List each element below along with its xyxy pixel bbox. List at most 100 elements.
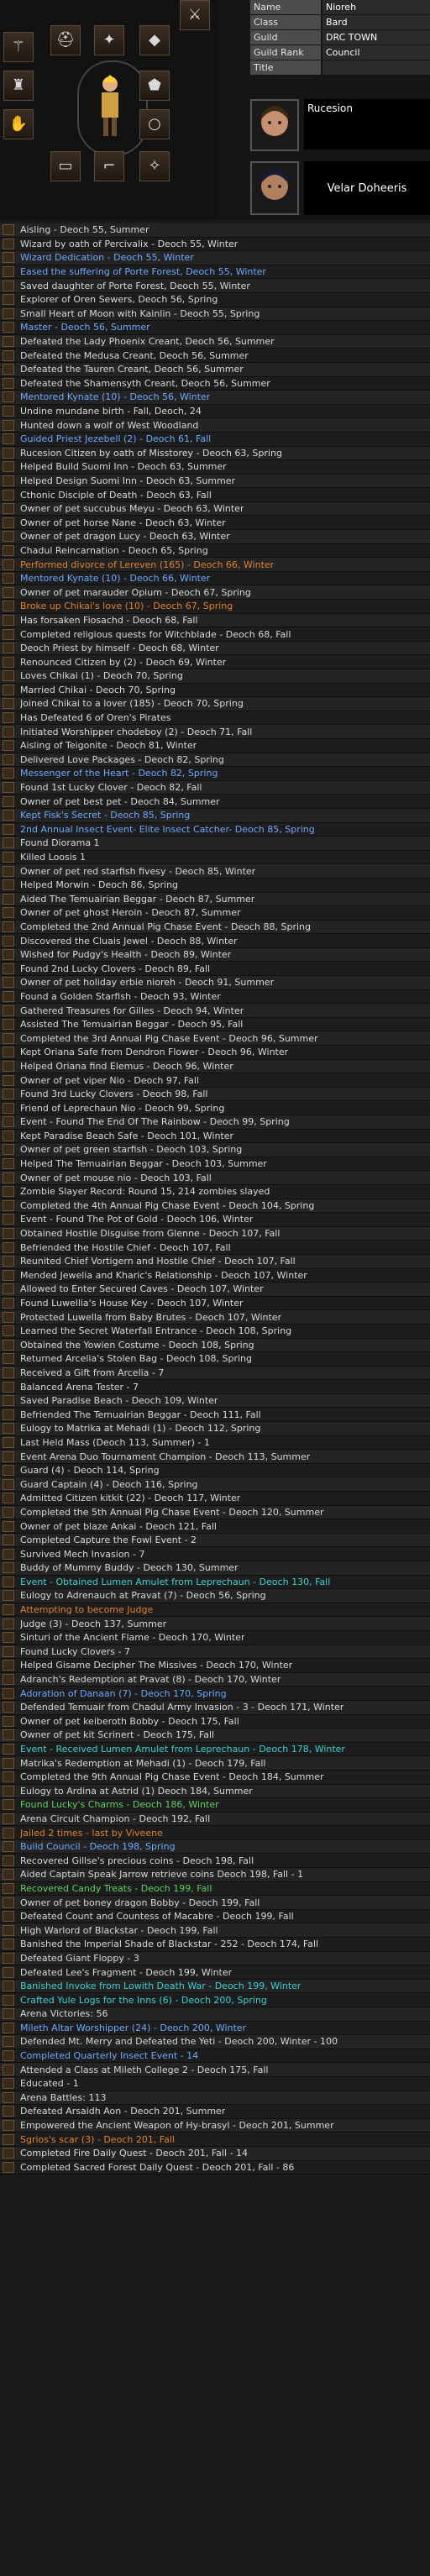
- legend-mark-icon: [3, 1520, 14, 1532]
- legend-row: Defended Temuair from Chadul Army Invasi…: [0, 1700, 430, 1715]
- staff-icon: ⚚: [11, 38, 26, 55]
- legend-row: Found Luwellia's House Key - Deoch 107, …: [0, 1296, 430, 1311]
- legend-text: Guard (4) - Deoch 114, Spring: [20, 1465, 160, 1477]
- legend-text: Eased the suffering of Porte Forest, Deo…: [20, 266, 266, 278]
- legend-text: Small Heart of Moon with Kainlin - Deoch…: [20, 307, 260, 319]
- legend-row: Arena Victories: 56: [0, 2007, 430, 2022]
- legend-text: Helped Design Suomi Inn - Deoch 63, Summ…: [20, 475, 236, 486]
- legend-mark-icon: [3, 1939, 14, 1950]
- legend-row: Aided The Temuairian Beggar - Deoch 87, …: [0, 892, 430, 907]
- legend-mark-icon: [3, 1451, 14, 1462]
- legend-text: Completed the 2nd Annual Pig Chase Event…: [20, 921, 311, 932]
- legend-row: Attended a Class at Mileth College 2 - D…: [0, 2063, 430, 2077]
- equip-slot-helm[interactable]: ⛑: [50, 25, 81, 55]
- legend-mark-icon: [3, 712, 14, 724]
- legend-text: Completed the 5th Annual Pig Chase Event…: [20, 1506, 324, 1518]
- face-icon: [261, 106, 288, 136]
- legend-row: High Warlord of Blackstar - Deoch 199, F…: [0, 1923, 430, 1939]
- legend-text: Owner of pet green starfish - Deoch 103,…: [20, 1144, 243, 1156]
- legend-text: Found 2nd Lucky Clovers - Deoch 89, Fall: [20, 963, 211, 974]
- legend-mark-icon: [3, 433, 14, 445]
- legend-mark-icon: [3, 1548, 14, 1560]
- legend-text: Mentored Kynate (10) - Deoch 56, Winter: [20, 391, 211, 403]
- legend-text: Attended a Class at Mileth College 2 - D…: [20, 2064, 269, 2075]
- equip-slot-weapon[interactable]: ⚚: [3, 32, 34, 62]
- equip-slot-accessory[interactable]: ⚔: [180, 0, 210, 30]
- legend-row: Owner of pet mouse nio - Deoch 103, Fall: [0, 1171, 430, 1185]
- guild-rank-label: Guild Rank: [250, 45, 321, 60]
- legend-mark-icon: [3, 322, 14, 333]
- legend-mark-icon: [3, 2106, 14, 2117]
- equip-slot-ring[interactable]: ○: [139, 109, 170, 139]
- legend-row: Owner of pet holiday erbie nioreh - Deoc…: [0, 976, 430, 990]
- legend-row: Arena Battles: 113: [0, 2091, 430, 2106]
- legend-text: Learned the Secret Waterfall Entrance - …: [20, 1325, 292, 1337]
- legend-text: Obtained the Yowien Costume - Deoch 108,…: [20, 1339, 254, 1351]
- legend-text: Mended Jewelia and Kharic's Relationship…: [20, 1269, 307, 1281]
- legend-text: Married Chikai - Deoch 70, Spring: [20, 684, 176, 695]
- legend-row: Build Council - Deoch 198, Spring: [0, 1839, 430, 1855]
- legend-mark-icon: [3, 391, 14, 403]
- legend-row: Banished Invoke from Lowith Death War - …: [0, 1979, 430, 1994]
- legend-mark-icon: [3, 1687, 14, 1699]
- legend-row: Performed divorce of Lereven (165) - Deo…: [0, 558, 430, 572]
- legend-text: Owner of pet kit Scrinert - Deoch 175, F…: [20, 1729, 215, 1741]
- legend-mark-icon: [3, 852, 14, 863]
- legend-text: Owner of pet succubus Meyu - Deoch 63, W…: [20, 503, 244, 515]
- legend-text: Owner of pet blaze Ankai - Deoch 121, Fa…: [20, 1520, 217, 1532]
- legend-text: Defeated the Lady Phoenix Creant, Deoch …: [20, 336, 275, 348]
- legend-row: Married Chikai - Deoch 70, Spring: [0, 683, 430, 698]
- legend-row: Helped Oriana find Elemus - Deoch 96, Wi…: [0, 1059, 430, 1074]
- legend-text: Completed the 9th Annual Pig Chase Event…: [20, 1771, 324, 1783]
- legend-row: Killed Loosis 1: [0, 850, 430, 865]
- legend-row: Survived Mech Invasion - 7: [0, 1547, 430, 1561]
- legend-mark-icon: [3, 740, 14, 752]
- legend-mark-icon: [3, 1771, 14, 1783]
- legend-mark-icon: [3, 1047, 14, 1058]
- legend-row: Defended Mt. Merry and Defeated the Yeti…: [0, 2035, 430, 2049]
- legend-text: Delivered Love Packages - Deoch 82, Spri…: [20, 753, 224, 765]
- legend-row: Completed Quarterly Insect Event - 14: [0, 2049, 430, 2064]
- legend-row: Assisted The Temuairian Beggar - Deoch 9…: [0, 1017, 430, 1032]
- legend-mark-icon: [3, 656, 14, 668]
- equip-slot-armor[interactable]: ♜: [3, 71, 34, 101]
- legend-mark-icon: [3, 1089, 14, 1100]
- equip-slot-necklace[interactable]: ✦: [94, 25, 124, 55]
- legend-row: Found Lucky Clovers - 7: [0, 1645, 430, 1660]
- equip-slot-overcoat[interactable]: ✧: [139, 151, 170, 181]
- legend-text: Eulogy to Adrenauch at Pravat (7) - Deoc…: [20, 1590, 266, 1602]
- legend-mark-icon: [3, 2148, 14, 2159]
- equip-slot-earring[interactable]: ◆: [139, 25, 170, 55]
- legend-row: Owner of pet blaze Ankai - Deoch 121, Fa…: [0, 1519, 430, 1534]
- legend-row: Messenger of the Heart - Deoch 82, Sprin…: [0, 767, 430, 781]
- legend-text: Event Arena Duo Tournament Champion - De…: [20, 1451, 311, 1462]
- legend-mark-icon: [3, 1144, 14, 1156]
- legend-mark-icon: [3, 1757, 14, 1769]
- legend-mark-icon: [3, 364, 14, 375]
- equip-slot-shield[interactable]: ⬟: [139, 71, 170, 101]
- info-row-class: Class Bard: [250, 15, 430, 30]
- legend-list: Aisling - Deoch 55, Summer Wizard by oath…: [0, 223, 430, 2175]
- legend-mark-icon: [3, 586, 14, 598]
- legend-text: Returned Arcelia's Stolen Bag - Deoch 10…: [20, 1353, 252, 1365]
- legend-row: Defeated the Medusa Creant, Deoch 56, Su…: [0, 349, 430, 363]
- legend-mark-icon: [3, 1897, 14, 1908]
- legend-mark-icon: [3, 1116, 14, 1128]
- legend-text: Owner of pet viper Nio - Deoch 97, Fall: [20, 1074, 200, 1086]
- legend-mark-icon: [3, 419, 14, 431]
- equip-slot-belt[interactable]: ▭: [50, 151, 81, 181]
- legend-text: Arena Circuit Champion - Deoch 192, Fall: [20, 1813, 211, 1824]
- legend-text: Kept Fisk's Secret - Deoch 85, Spring: [20, 810, 191, 821]
- legend-row: Defeated Arsaidh Aon - Deoch 201, Summer: [0, 2105, 430, 2119]
- legend-text: Defended Mt. Merry and Defeated the Yeti…: [20, 2036, 338, 2048]
- legend-mark-icon: [3, 2022, 14, 2033]
- legend-row: Judge (3) - Deoch 137, Summer: [0, 1617, 430, 1631]
- legend-mark-icon: [3, 252, 14, 264]
- equip-slot-gauntlet[interactable]: ✋: [3, 109, 34, 139]
- legend-row: Discovered the Cluais Jewel - Deoch 88, …: [0, 934, 430, 948]
- legend-row: Learned the Secret Waterfall Entrance - …: [0, 1324, 430, 1339]
- legend-row: Deoch Priest by himself - Deoch 68, Wint…: [0, 641, 430, 656]
- legend-row: Defeated Count and Countess of Macabre -…: [0, 1909, 430, 1924]
- equip-slot-boots[interactable]: ⌐: [94, 151, 124, 181]
- legend-row: Event - Found The End Of The Rainbow - D…: [0, 1115, 430, 1130]
